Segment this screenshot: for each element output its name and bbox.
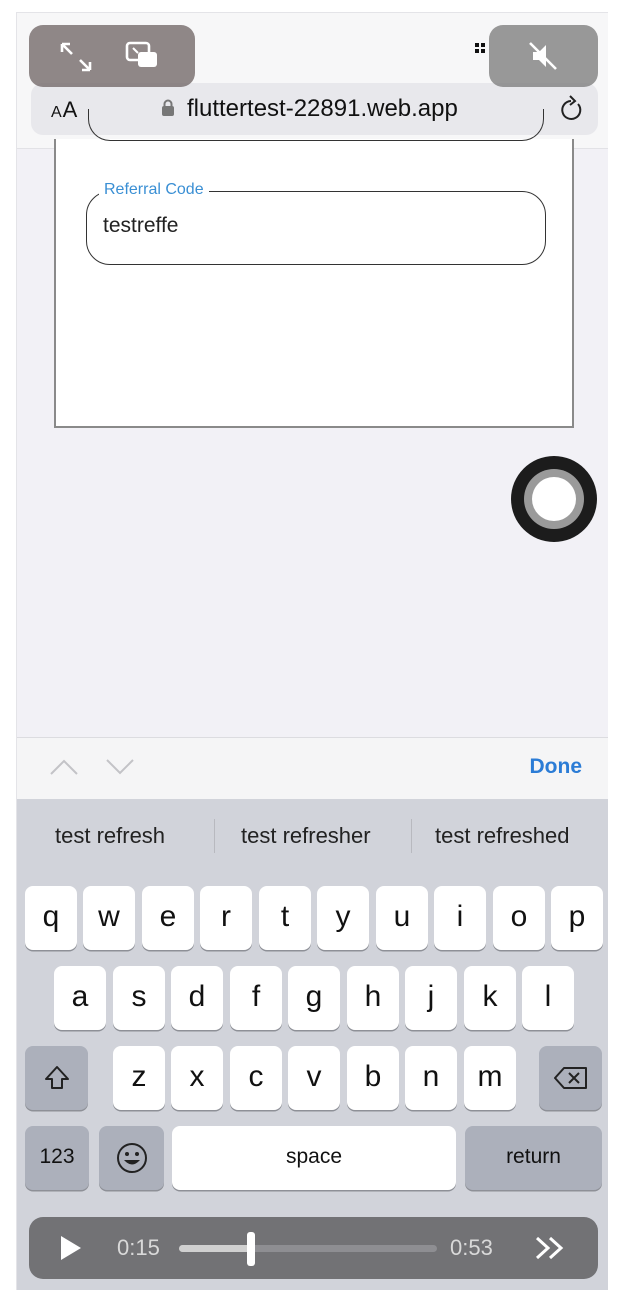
key-b[interactable]: b [347, 1046, 399, 1110]
video-player-bar: 0:15 0:53 [29, 1217, 598, 1279]
key-q[interactable]: q [25, 886, 77, 950]
suggestion-item[interactable]: test refresher [241, 823, 371, 849]
phone-screen: AA fluttertest-22891.web.app Referral Co… [16, 12, 608, 1290]
key-e[interactable]: e [142, 886, 194, 950]
key-z[interactable]: z [113, 1046, 165, 1110]
reload-icon[interactable] [558, 95, 584, 123]
chevron-down-icon[interactable] [105, 756, 135, 778]
key-i[interactable]: i [434, 886, 486, 950]
space-key[interactable]: space [172, 1126, 456, 1190]
key-y[interactable]: y [317, 886, 369, 950]
referral-code-label: Referral Code [99, 181, 209, 199]
video-controls-top-left [29, 25, 195, 87]
expand-icon[interactable] [59, 41, 93, 73]
key-x[interactable]: x [171, 1046, 223, 1110]
shift-key[interactable] [25, 1046, 88, 1110]
scrubber-track[interactable] [179, 1232, 437, 1266]
numbers-key[interactable]: 123 [25, 1126, 89, 1190]
key-j[interactable]: j [405, 966, 457, 1030]
done-button[interactable]: Done [530, 755, 583, 779]
form-card: Referral Code [54, 109, 574, 428]
backspace-icon [553, 1067, 587, 1089]
video-controls-top-right [489, 25, 598, 87]
suggestion-item[interactable]: test refresh [55, 823, 165, 849]
fast-forward-icon[interactable] [534, 1235, 566, 1261]
divider [411, 819, 412, 853]
current-time: 0:15 [117, 1235, 160, 1260]
play-icon[interactable] [59, 1235, 83, 1261]
shift-icon [44, 1066, 69, 1089]
key-r[interactable]: r [200, 886, 252, 950]
scrubber-handle[interactable] [247, 1232, 256, 1266]
key-d[interactable]: d [171, 966, 223, 1030]
previous-field[interactable] [88, 109, 544, 141]
delete-key[interactable] [539, 1046, 602, 1110]
key-o[interactable]: o [493, 886, 545, 950]
referral-code-input[interactable] [103, 214, 523, 238]
key-t[interactable]: t [259, 886, 311, 950]
divider [214, 819, 215, 853]
suggestion-item[interactable]: test refreshed [435, 823, 570, 849]
key-k[interactable]: k [464, 966, 516, 1030]
key-w[interactable]: w [83, 886, 135, 950]
referral-code-field[interactable]: Referral Code [86, 181, 546, 265]
total-time: 0:53 [450, 1235, 493, 1260]
emoji-key[interactable] [99, 1126, 164, 1190]
mute-icon[interactable] [527, 40, 559, 72]
picture-in-picture-icon[interactable] [125, 41, 159, 71]
key-n[interactable]: n [405, 1046, 457, 1110]
key-v[interactable]: v [288, 1046, 340, 1110]
key-c[interactable]: c [230, 1046, 282, 1110]
key-h[interactable]: h [347, 966, 399, 1030]
key-p[interactable]: p [551, 886, 603, 950]
suggestion-bar: test refresh test refresher test refresh… [17, 799, 608, 871]
key-u[interactable]: u [376, 886, 428, 950]
text-size-button[interactable]: AA [51, 97, 78, 123]
signal-icon [475, 41, 489, 55]
key-m[interactable]: m [464, 1046, 516, 1110]
key-f[interactable]: f [230, 966, 282, 1030]
scrubber-progress [179, 1245, 252, 1252]
web-content: Referral Code [17, 109, 608, 737]
return-key[interactable]: return [465, 1126, 602, 1190]
key-g[interactable]: g [288, 966, 340, 1030]
chevron-up-icon[interactable] [49, 756, 79, 778]
key-l[interactable]: l [522, 966, 574, 1030]
screen-record-button[interactable] [511, 456, 597, 542]
keyboard-accessory-bar: Done [17, 737, 608, 799]
emoji-icon [116, 1143, 147, 1173]
key-s[interactable]: s [113, 966, 165, 1030]
key-a[interactable]: a [54, 966, 106, 1030]
